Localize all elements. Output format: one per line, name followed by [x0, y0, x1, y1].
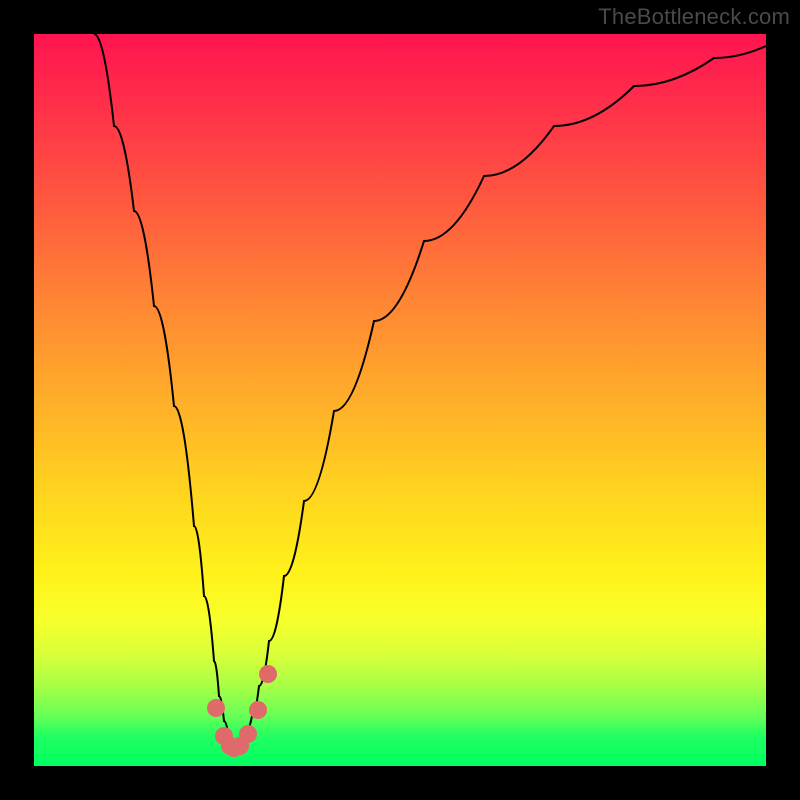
chart-container: TheBottleneck.com	[0, 0, 800, 800]
plot-area	[34, 34, 766, 766]
watermark-text: TheBottleneck.com	[598, 4, 790, 30]
marker-dot	[249, 701, 267, 719]
marker-dot	[207, 699, 225, 717]
marker-dot	[239, 725, 257, 743]
curve-overlay	[34, 34, 766, 766]
marker-dot	[259, 665, 277, 683]
bottleneck-curve	[94, 34, 766, 746]
curve-line	[94, 34, 766, 746]
